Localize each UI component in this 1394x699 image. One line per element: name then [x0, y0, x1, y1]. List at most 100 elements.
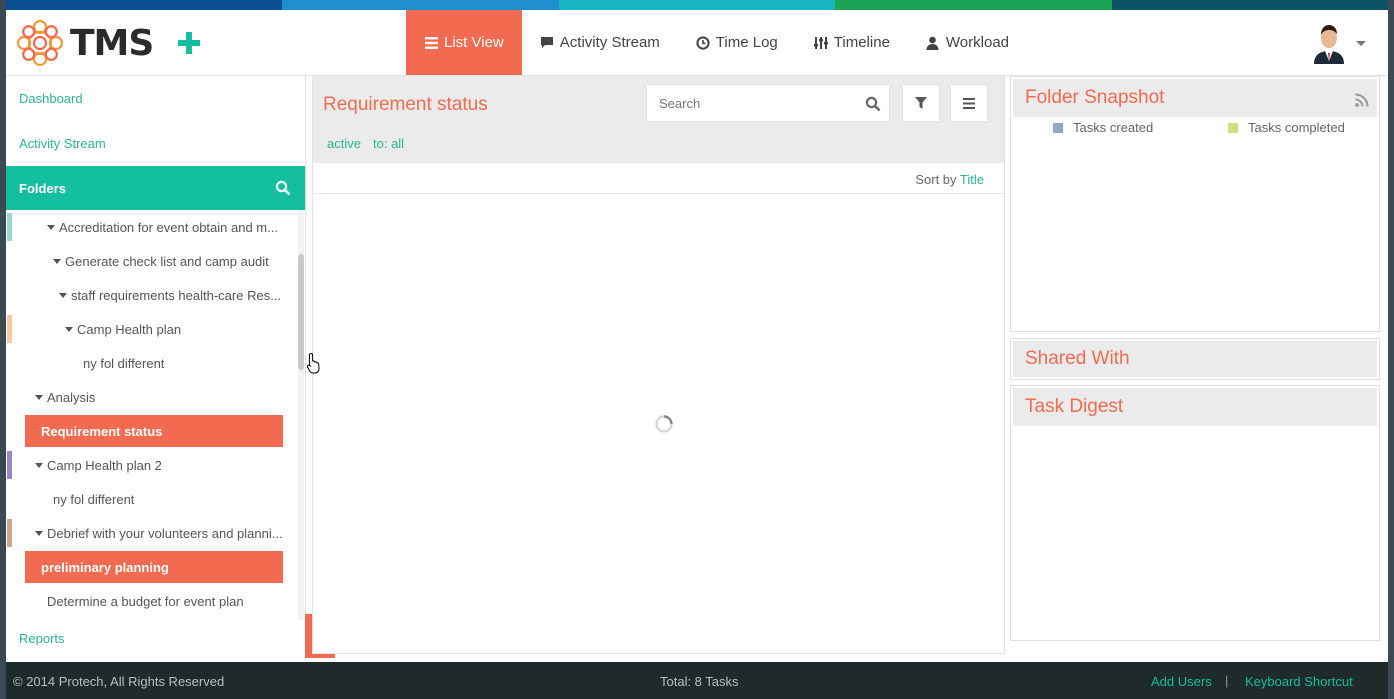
user-avatar[interactable]	[1312, 22, 1346, 64]
sort-field-link[interactable]: Title	[960, 172, 984, 187]
folder-tree: Accreditation for event obtain and m... G…	[6, 210, 299, 620]
tab-label: List View	[444, 34, 504, 51]
user-menu-caret-icon[interactable]	[1356, 41, 1366, 46]
legend-swatch	[1228, 122, 1238, 133]
folder-label: Requirement status	[41, 423, 163, 439]
tab-timeline[interactable]: Timeline	[796, 10, 908, 75]
panel-header: Task Digest	[1013, 388, 1377, 426]
sidebar-item-reports[interactable]: Reports	[19, 631, 65, 646]
legend-item: Tasks created	[1053, 120, 1153, 135]
user-icon	[926, 36, 940, 50]
sort-control: Sort by Title	[915, 172, 984, 187]
keyboard-shortcut-link[interactable]: Keyboard Shortcut	[1245, 674, 1353, 689]
hamburger-icon	[963, 97, 975, 109]
tab-label: Timeline	[833, 34, 890, 51]
caret-down-icon[interactable]	[65, 326, 73, 332]
folder-label: Camp Health plan 2	[47, 457, 162, 473]
folder-item[interactable]: Camp Health plan	[6, 312, 299, 346]
tab-list-view[interactable]: List View	[406, 10, 522, 75]
folder-item[interactable]: Determine a budget for event plan	[6, 584, 299, 618]
caret-down-icon[interactable]	[35, 394, 43, 400]
tree-scrollbar-thumb[interactable]	[298, 254, 304, 370]
folder-color-mark	[7, 451, 12, 479]
tab-label: Workload	[945, 34, 1010, 51]
folder-item[interactable]: Camp Health plan 2	[6, 448, 299, 482]
plus-icon	[178, 32, 200, 54]
logo[interactable]: TMS	[14, 17, 154, 69]
app-header: TMS List View Activity Stream Time Log T…	[6, 10, 1388, 76]
color-stripe	[6, 0, 1388, 10]
folder-item-selected[interactable]: Requirement status	[25, 415, 283, 447]
comment-icon	[540, 36, 554, 50]
filter-tag-active[interactable]: active	[327, 136, 361, 151]
page-title: Requirement status	[323, 94, 488, 115]
folder-item[interactable]: Generate check list and camp audit	[6, 244, 299, 278]
panel-title: Folder Snapshot	[1025, 87, 1165, 108]
folder-label: Generate check list and camp audit	[65, 253, 269, 269]
caret-down-icon[interactable]	[35, 462, 43, 468]
folder-item[interactable]: Accreditation for event obtain and m...	[6, 210, 299, 244]
folder-label: ny fol different	[53, 491, 135, 507]
tab-label: Time Log	[715, 34, 778, 51]
hand-cursor-icon	[307, 352, 320, 374]
folder-label: Determine a budget for event plan	[47, 593, 244, 609]
list-header: Requirement status active to: all	[313, 76, 1004, 163]
avatar-person-icon	[1314, 25, 1344, 64]
folder-item[interactable]: Debrief with your volunteers and planni.…	[6, 516, 299, 550]
stripe-segment	[282, 0, 559, 10]
filter-button[interactable]	[902, 84, 940, 122]
clock-icon	[696, 35, 710, 50]
folder-label: ny fol different	[83, 355, 165, 371]
task-digest-panel: Task Digest	[1010, 385, 1380, 641]
tab-workload[interactable]: Workload	[908, 10, 1027, 75]
folder-item[interactable]: staff requirements health-care Res...	[6, 278, 299, 312]
panel-header[interactable]: Shared With	[1013, 341, 1377, 377]
add-new-button[interactable]	[172, 26, 206, 60]
app-frame: TMS List View Activity Stream Time Log T…	[6, 0, 1388, 699]
folder-item[interactable]: ny fol different	[6, 346, 299, 380]
legend-swatch	[1053, 122, 1063, 133]
legend-label: Tasks created	[1073, 120, 1154, 135]
folders-header[interactable]: Folders	[6, 166, 305, 210]
legend-item: Tasks completed	[1228, 120, 1345, 135]
sort-label: Sort by	[915, 172, 957, 187]
search-input[interactable]	[659, 95, 849, 111]
sort-bar: Sort by Title	[313, 163, 1004, 194]
search-icon[interactable]	[275, 180, 291, 196]
folder-item[interactable]: Analysis	[6, 380, 299, 414]
legend-label: Tasks completed	[1248, 120, 1345, 135]
caret-down-icon[interactable]	[35, 530, 43, 536]
menu-button[interactable]	[950, 84, 988, 122]
stripe-segment	[6, 0, 283, 10]
task-total: Total: 8 Tasks	[660, 674, 739, 689]
rss-icon[interactable]	[1355, 91, 1369, 107]
caret-down-icon[interactable]	[47, 224, 55, 230]
tab-label: Activity Stream	[559, 34, 660, 51]
folder-item[interactable]: ny fol different	[6, 482, 299, 516]
folder-label: Camp Health plan	[77, 321, 182, 337]
tab-activity-stream[interactable]: Activity Stream	[522, 10, 678, 75]
sliders-icon	[813, 36, 828, 50]
caret-down-icon[interactable]	[59, 292, 67, 298]
panel-title: Shared With	[1025, 348, 1130, 369]
folder-item-selected[interactable]: preliminary planning	[25, 551, 283, 583]
search-icon[interactable]	[865, 96, 881, 112]
panel-title: Task Digest	[1025, 396, 1124, 417]
footer: © 2014 Protech, All Rights Reserved Tota…	[6, 662, 1388, 699]
logo-flower-icon	[16, 19, 64, 67]
add-users-link[interactable]: Add Users	[1151, 674, 1212, 689]
folder-snapshot-panel: Folder Snapshot Tasks created Tasks comp…	[1010, 76, 1380, 332]
caret-down-icon[interactable]	[53, 258, 61, 264]
main-nav: List View Activity Stream Time Log Timel…	[406, 10, 1027, 75]
task-list-panel: Requirement status active to: all Sort b…	[312, 76, 1005, 654]
folder-color-mark	[7, 519, 12, 547]
search-field[interactable]	[646, 84, 890, 122]
copyright: © 2014 Protech, All Rights Reserved	[13, 674, 225, 689]
filter-tag-assignee[interactable]: to: all	[373, 136, 404, 151]
tab-time-log[interactable]: Time Log	[678, 10, 796, 75]
folders-label: Folders	[19, 180, 66, 196]
brand-name: TMS	[70, 22, 154, 64]
stripe-segment	[1111, 0, 1388, 10]
sidebar-item-activity-stream[interactable]: Activity Stream	[19, 136, 106, 151]
sidebar-item-dashboard[interactable]: Dashboard	[19, 91, 83, 106]
